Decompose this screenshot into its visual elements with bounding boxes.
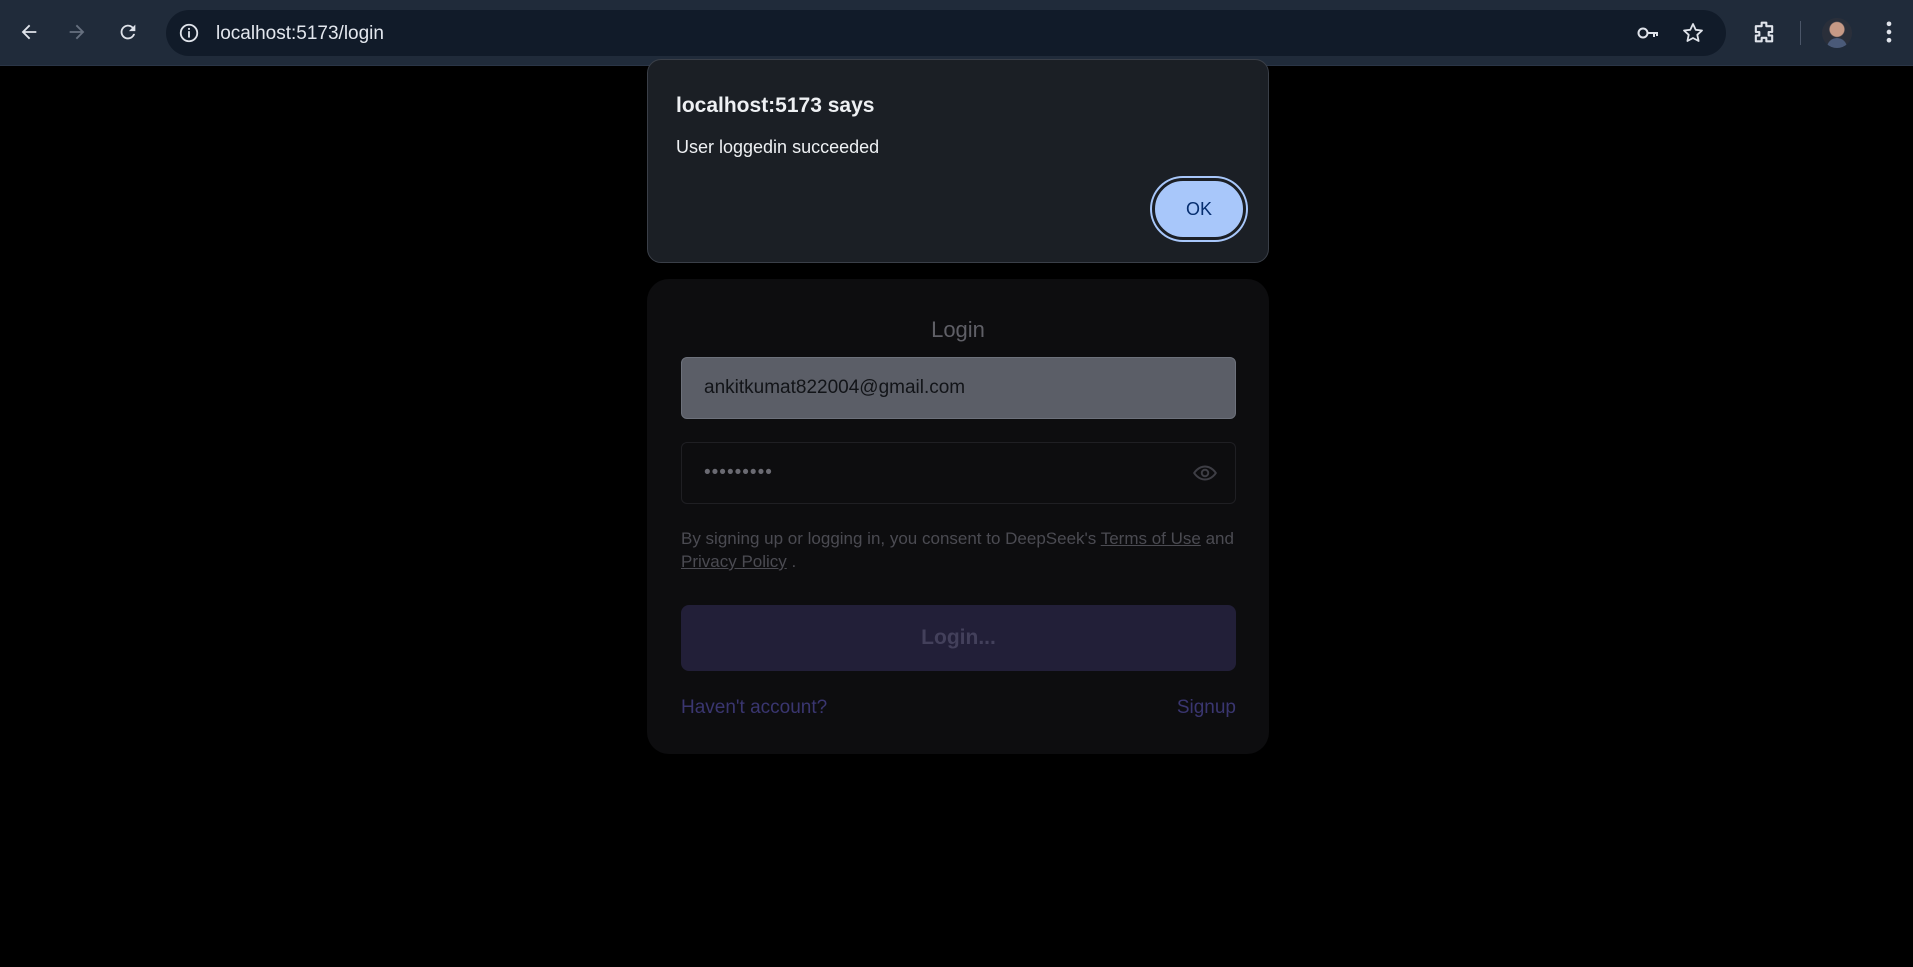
- consent-text: By signing up or logging in, you consent…: [681, 527, 1241, 573]
- login-card: Login ankitkumat822004@gmail.com •••••••…: [647, 279, 1269, 754]
- privacy-policy-link[interactable]: Privacy Policy: [681, 552, 787, 571]
- dialog-title: localhost:5173 says: [676, 94, 875, 117]
- more-menu-icon[interactable]: [1875, 18, 1903, 46]
- site-info-icon[interactable]: [178, 22, 200, 44]
- url-text: localhost:5173/login: [216, 23, 384, 44]
- signup-link[interactable]: Signup: [1177, 697, 1236, 719]
- forward-arrow-icon[interactable]: [60, 15, 94, 49]
- alert-dialog: localhost:5173 says User loggedin succee…: [647, 59, 1269, 263]
- reload-icon[interactable]: [111, 15, 145, 49]
- toolbar-separator: [1800, 21, 1801, 45]
- profile-avatar[interactable]: [1822, 18, 1852, 48]
- browser-toolbar: localhost:5173/login: [0, 0, 1913, 66]
- login-title: Login: [931, 317, 985, 342]
- bookmark-star-icon[interactable]: [1681, 21, 1705, 45]
- consent-suffix: .: [791, 552, 797, 571]
- back-arrow-icon[interactable]: [12, 15, 46, 49]
- login-button[interactable]: Login...: [681, 605, 1236, 671]
- terms-of-use-link[interactable]: Terms of Use: [1101, 529, 1201, 548]
- ok-button[interactable]: OK: [1152, 178, 1246, 240]
- password-field[interactable]: •••••••••: [681, 442, 1236, 504]
- dialog-message: User loggedin succeeded: [676, 137, 880, 157]
- consent-and: and: [1205, 529, 1234, 548]
- email-field[interactable]: ankitkumat822004@gmail.com: [681, 357, 1236, 419]
- no-account-link[interactable]: Haven't account?: [681, 697, 827, 719]
- show-password-eye-icon[interactable]: [1192, 460, 1218, 486]
- extensions-icon[interactable]: [1750, 18, 1778, 46]
- consent-prefix: By signing up or logging in, you consent…: [681, 529, 1097, 548]
- password-key-icon[interactable]: [1636, 21, 1660, 45]
- address-bar[interactable]: localhost:5173/login: [166, 10, 1726, 56]
